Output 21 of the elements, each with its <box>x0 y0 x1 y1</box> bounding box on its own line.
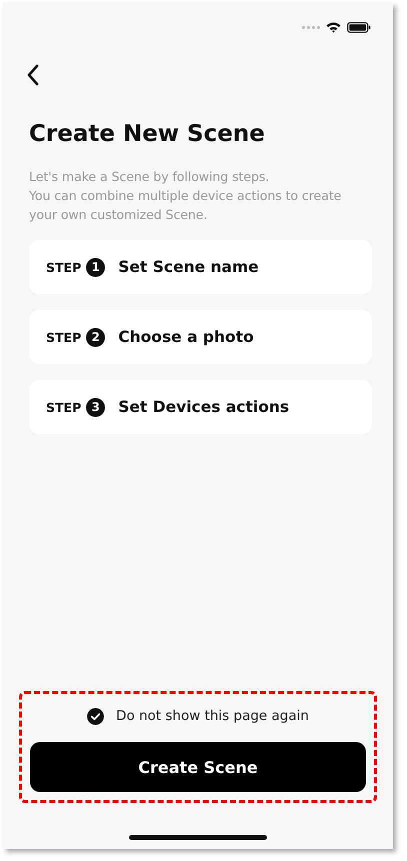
step-number: 1 <box>86 258 106 276</box>
step-number: 3 <box>86 398 106 416</box>
wifi-icon <box>326 22 341 32</box>
back-icon[interactable] <box>25 63 41 87</box>
step-title: Set Devices actions <box>118 398 290 416</box>
checkbox-label: Do not show this page again <box>116 708 309 724</box>
step-label: STEP <box>46 330 82 344</box>
step-label: STEP <box>46 400 82 414</box>
checkbox[interactable] <box>87 708 104 724</box>
page-title: Create New Scene <box>29 121 266 147</box>
step-card[interactable]: STEP 1 Set Scene name <box>29 240 372 294</box>
signal-icon <box>302 26 320 28</box>
step-number: 2 <box>86 328 106 346</box>
step-card[interactable]: STEP 2 Choose a photo <box>29 310 372 364</box>
step-title: Choose a photo <box>118 328 254 346</box>
step-title: Set Scene name <box>118 258 259 276</box>
description-text: Let's make a Scene by following steps. You can combine multiple device actions to create your own customized Scene. <box>29 168 342 224</box>
step-card[interactable]: STEP 3 Set Devices actions <box>29 380 372 434</box>
create-scene-button[interactable]: Create Scene <box>30 742 366 792</box>
battery-icon <box>347 22 371 32</box>
step-label: STEP <box>46 260 82 274</box>
